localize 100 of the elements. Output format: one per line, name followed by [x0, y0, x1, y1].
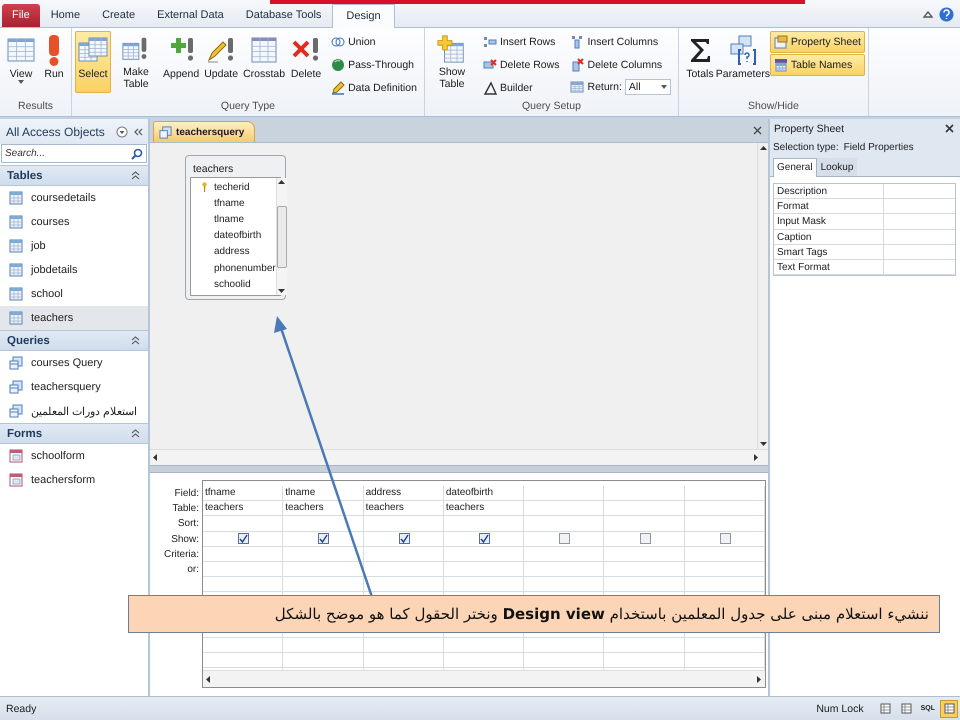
ribbon-button[interactable]: Builder: [478, 77, 564, 99]
show-checkbox[interactable]: [640, 533, 651, 544]
field-item[interactable]: techerid: [191, 179, 276, 196]
property-tab[interactable]: General: [773, 158, 817, 177]
table-icon: [9, 191, 23, 205]
ribbon-tab[interactable]: Database Tools: [234, 4, 332, 27]
section-header[interactable]: Queries: [0, 330, 148, 351]
collapse-icon[interactable]: [131, 429, 140, 438]
ribbon-button[interactable]: Select: [75, 31, 111, 93]
ribbon-button[interactable]: Table Names: [770, 54, 865, 76]
ribbon-button[interactable]: Delete Rows: [478, 54, 564, 76]
show-checkbox[interactable]: [318, 533, 330, 544]
row-label: Table:: [172, 502, 199, 516]
field-item[interactable]: phonenumber: [191, 260, 276, 276]
ribbon-button[interactable]: Totals: [682, 31, 718, 93]
navigation-item[interactable]: jobdetails: [0, 258, 148, 282]
show-checkbox[interactable]: [720, 533, 731, 544]
ribbon-button[interactable]: Delete Columns: [566, 54, 675, 76]
navigation-item[interactable]: استعلام دورات المعلمين: [0, 399, 148, 423]
ribbon-button[interactable]: Insert Rows: [478, 31, 564, 53]
show-checkbox[interactable]: [238, 533, 250, 544]
field-cell[interactable]: tlname: [285, 487, 316, 498]
search-icon[interactable]: [131, 148, 143, 160]
ribbon-button[interactable]: Pass-Through: [327, 54, 421, 76]
field-cell[interactable]: dateofbirth: [446, 487, 494, 498]
show-checkbox[interactable]: [559, 533, 570, 544]
navigation-item[interactable]: courses: [0, 210, 148, 234]
scroll-right-icon[interactable]: [757, 676, 761, 682]
table-names-icon: [774, 58, 788, 72]
ribbon-button[interactable]: Update: [202, 31, 240, 93]
pencil-icon: [331, 81, 346, 95]
ribbon-tab[interactable]: Home: [40, 4, 92, 27]
field-item[interactable]: tfname: [191, 195, 276, 212]
caret-icon[interactable]: [660, 85, 667, 89]
show-checkbox[interactable]: [398, 533, 410, 544]
scroll-up-icon[interactable]: [760, 146, 766, 150]
navigation-item[interactable]: courses Query: [0, 351, 148, 375]
ribbon-tab[interactable]: External Data: [146, 4, 235, 27]
navigation-item[interactable]: teachersquery: [0, 375, 148, 399]
ribbon-button[interactable]: View: [3, 31, 39, 93]
collapse-icon[interactable]: [131, 171, 140, 180]
query-icon: [9, 404, 23, 418]
scroll-left-icon[interactable]: [153, 454, 157, 461]
view-mode-button[interactable]: [940, 700, 958, 718]
navigation-item[interactable]: coursedetails: [0, 186, 148, 210]
table-field-list[interactable]: teachers techerid tfname tlname dateofbirth address phonenumber schoolid: [185, 155, 286, 300]
navigation-item[interactable]: teachers: [0, 306, 148, 330]
scroll-up-icon[interactable]: [278, 180, 286, 184]
field-item[interactable]: schoolid: [191, 276, 276, 292]
collapse-pane-icon[interactable]: [133, 126, 143, 136]
ribbon-button[interactable]: Make Table: [112, 31, 160, 93]
field-item[interactable]: dateofbirth: [191, 228, 276, 244]
ribbon-button[interactable]: Show Table: [428, 31, 476, 93]
table-cell[interactable]: teachers: [205, 502, 244, 514]
group-label: Query Type: [220, 100, 276, 114]
scrollbar[interactable]: [276, 178, 287, 295]
document-tab[interactable]: teachersquery: [153, 121, 256, 142]
return-dropdown[interactable]: All: [624, 79, 671, 95]
table-cell[interactable]: teachers: [285, 502, 324, 514]
row-label: or:: [187, 562, 199, 577]
close-icon[interactable]: [753, 126, 762, 135]
ribbon-button[interactable]: Run: [40, 31, 68, 93]
table-cell[interactable]: teachers: [446, 502, 484, 514]
field-item[interactable]: address: [191, 244, 276, 260]
ribbon-button[interactable]: Insert Columns: [566, 31, 675, 53]
scrollbar[interactable]: [203, 670, 765, 687]
navigation-item[interactable]: school: [0, 282, 148, 306]
ribbon-button[interactable]: Crosstab: [241, 31, 288, 93]
ribbon-button[interactable]: Append: [161, 31, 202, 93]
scroll-down-icon[interactable]: [760, 442, 766, 446]
ribbon-button[interactable]: Data Definition: [327, 77, 421, 99]
ribbon-tab[interactable]: Design: [332, 4, 395, 28]
table-cell[interactable]: teachers: [366, 502, 404, 514]
close-icon[interactable]: [945, 124, 954, 133]
navigation-item[interactable]: teachersform: [0, 468, 148, 492]
ribbon-tab[interactable]: Create: [91, 4, 146, 27]
dropdown-icon[interactable]: [116, 126, 128, 138]
property-tab[interactable]: Lookup: [816, 158, 858, 176]
show-checkbox[interactable]: [478, 533, 490, 544]
section-header[interactable]: Tables: [0, 165, 148, 186]
collapse-ribbon-icon[interactable]: [923, 9, 933, 19]
field-item[interactable]: tlname: [191, 211, 276, 228]
navigation-item[interactable]: job: [0, 234, 148, 258]
selection-type-value: Field Properties: [844, 142, 914, 152]
help-icon[interactable]: [939, 7, 954, 22]
scroll-right-icon[interactable]: [754, 454, 758, 461]
ribbon-button[interactable]: Union: [327, 31, 421, 53]
scrollbar[interactable]: [757, 143, 768, 449]
field-cell[interactable]: address: [366, 487, 402, 498]
scroll-left-icon[interactable]: [206, 676, 210, 682]
field-cell[interactable]: tfname: [205, 487, 236, 498]
navigation-item[interactable]: schoolform: [0, 444, 148, 468]
ribbon-button[interactable]: Property Sheet: [770, 31, 865, 53]
ribbon-tab[interactable]: File: [2, 4, 40, 27]
search-field[interactable]: Search...: [1, 144, 147, 163]
scroll-down-icon[interactable]: [278, 289, 286, 293]
query-icon: [159, 126, 172, 138]
ribbon-button[interactable]: Delete: [288, 31, 324, 93]
collapse-icon[interactable]: [131, 336, 140, 345]
section-header[interactable]: Forms: [0, 423, 148, 444]
